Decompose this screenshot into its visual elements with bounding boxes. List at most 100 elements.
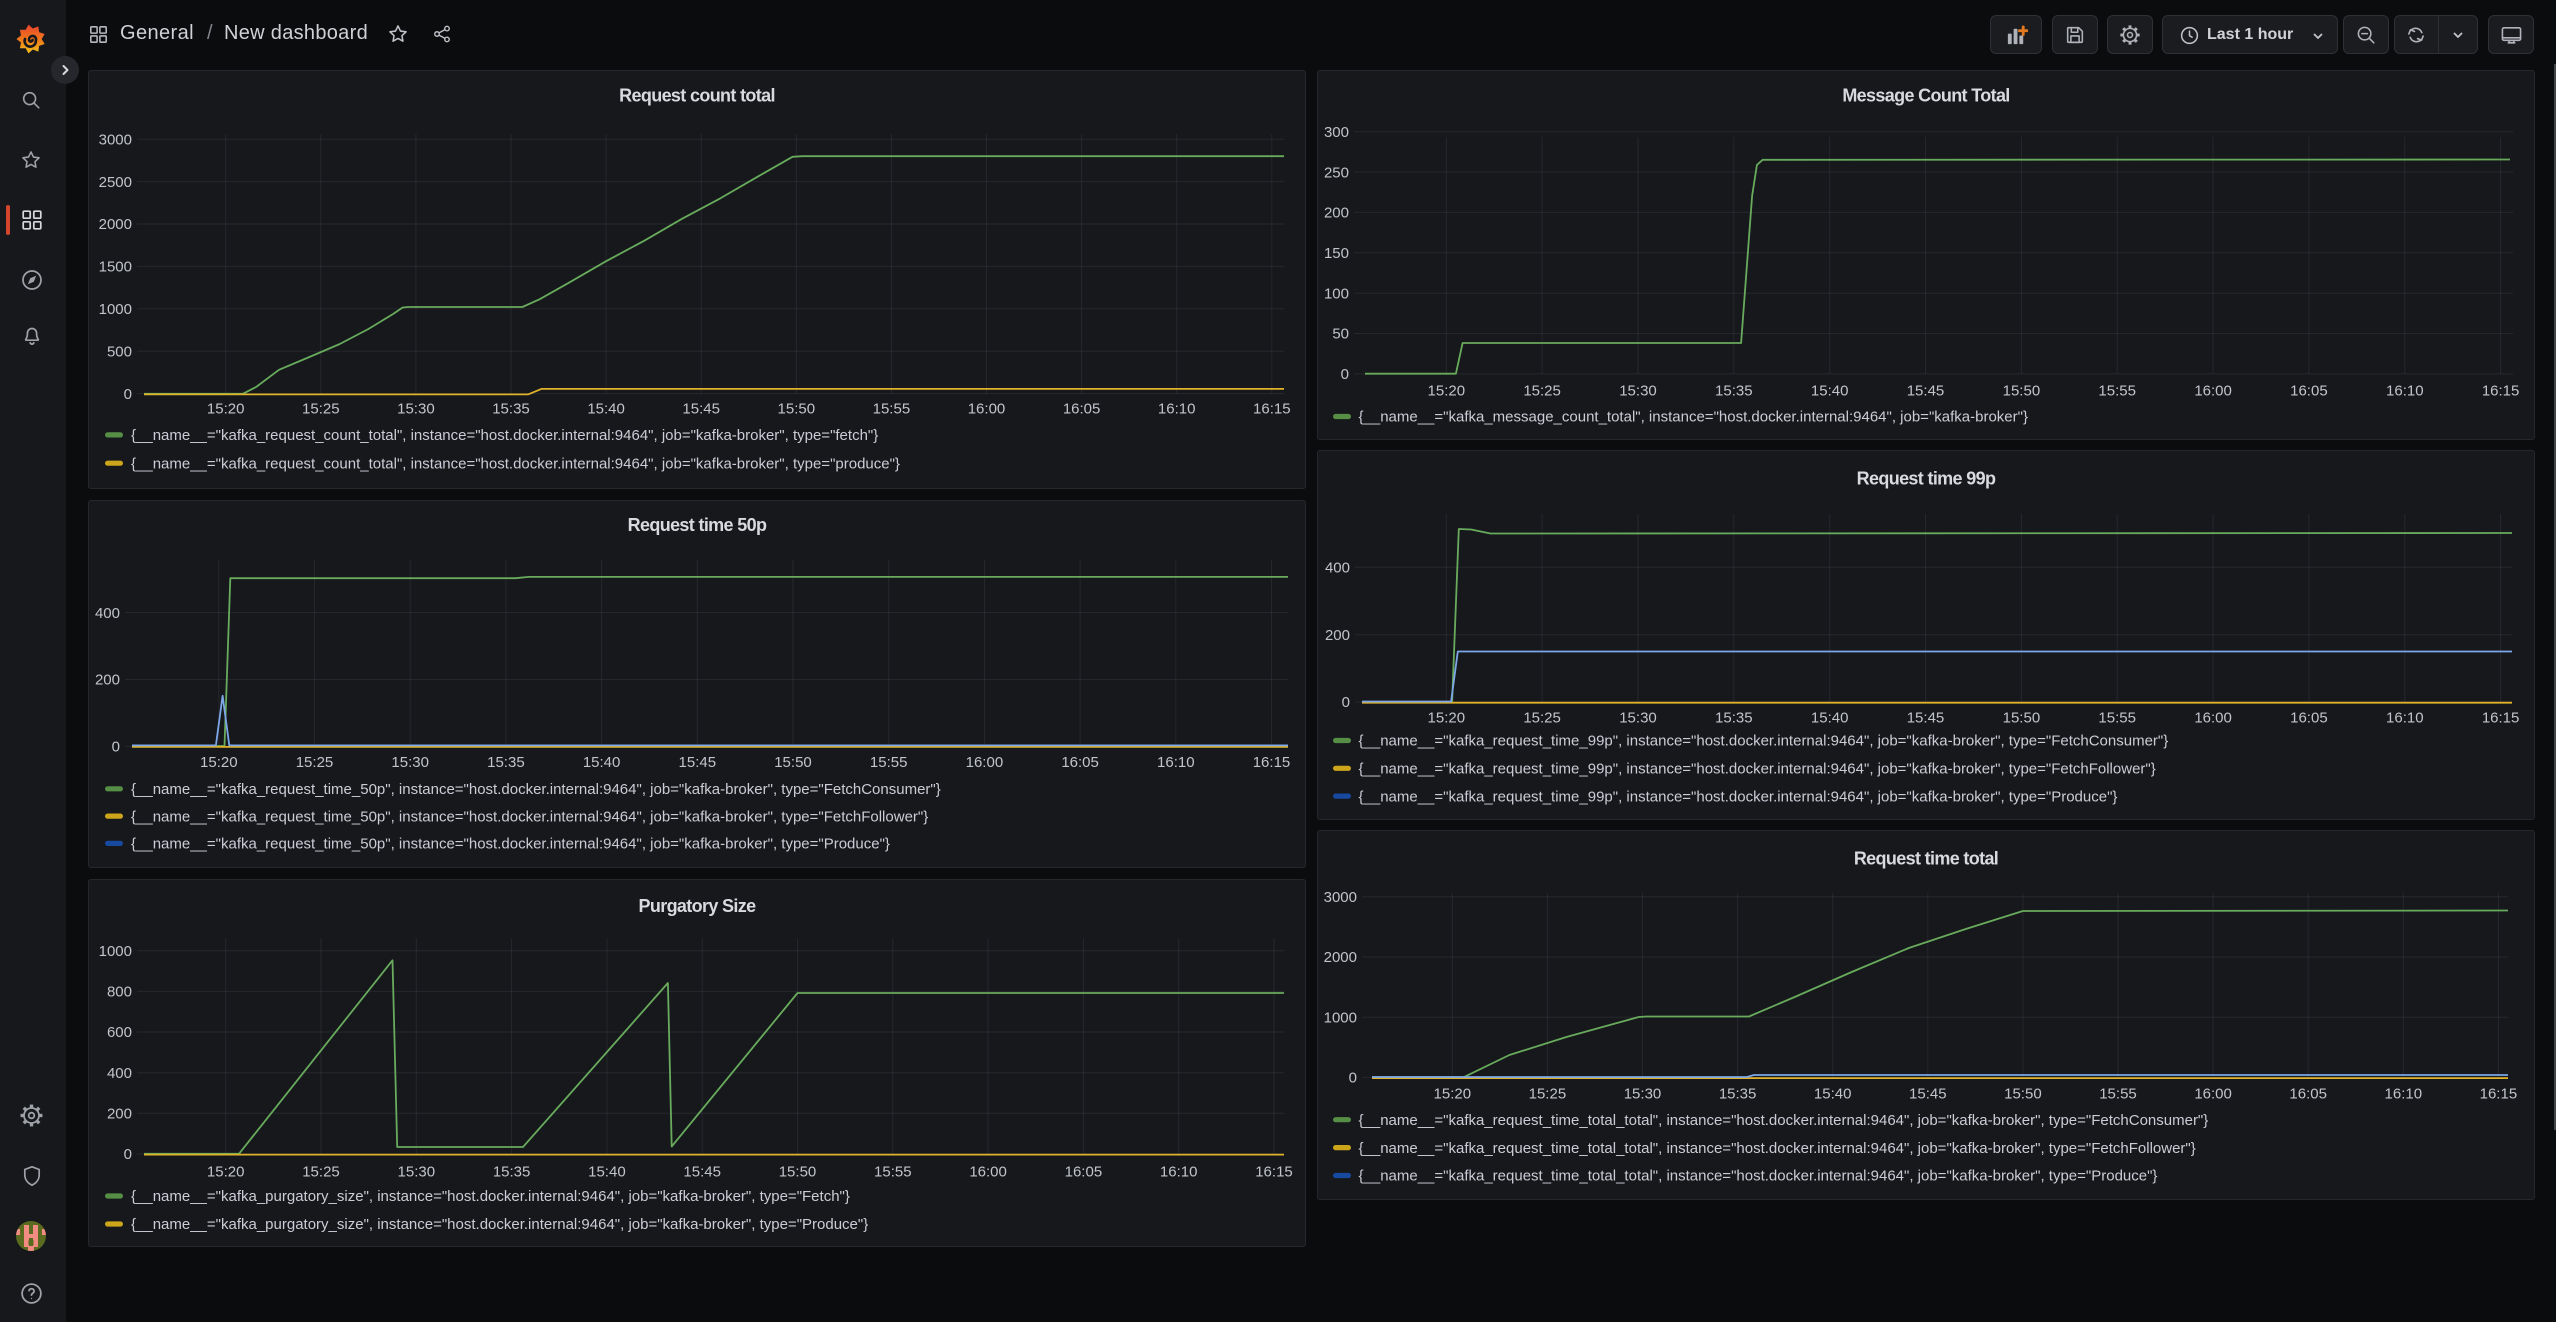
svg-text:{__name__="kafka_message_count: {__name__="kafka_message_count_total", i… [1359, 409, 2028, 426]
svg-text:400: 400 [1325, 560, 1350, 577]
svg-text:15:55: 15:55 [2098, 710, 2136, 727]
svg-text:15:20: 15:20 [207, 401, 245, 418]
svg-text:Request time 99p: Request time 99p [1857, 468, 1996, 488]
svg-text:3000: 3000 [99, 131, 132, 148]
svg-text:400: 400 [95, 605, 120, 622]
svg-text:3000: 3000 [1324, 889, 1357, 906]
svg-text:15:20: 15:20 [1428, 383, 1466, 400]
svg-text:15:55: 15:55 [2099, 1086, 2137, 1103]
svg-text:16:10: 16:10 [2386, 383, 2424, 400]
svg-text:15:45: 15:45 [1907, 710, 1945, 727]
svg-text:16:10: 16:10 [1157, 754, 1195, 771]
svg-text:15:25: 15:25 [302, 1164, 340, 1181]
svg-text:15:50: 15:50 [778, 401, 816, 418]
svg-text:1500: 1500 [99, 259, 132, 276]
svg-text:200: 200 [1325, 627, 1350, 644]
svg-text:{__name__="kafka_request_count: {__name__="kafka_request_count_total", i… [131, 427, 878, 444]
svg-text:16:15: 16:15 [2480, 1086, 2518, 1103]
svg-text:15:35: 15:35 [1715, 710, 1753, 727]
svg-text:200: 200 [95, 672, 120, 689]
svg-text:16:00: 16:00 [2194, 1086, 2232, 1103]
svg-text:15:45: 15:45 [679, 754, 717, 771]
svg-text:16:00: 16:00 [969, 1164, 1007, 1181]
svg-text:15:55: 15:55 [873, 401, 911, 418]
svg-text:16:05: 16:05 [1063, 401, 1101, 418]
svg-text:{__name__="kafka_purgatory_siz: {__name__="kafka_purgatory_size", instan… [131, 1216, 868, 1233]
svg-text:{__name__="kafka_request_time_: {__name__="kafka_request_time_50p", inst… [131, 781, 941, 798]
svg-text:Request time total: Request time total [1854, 848, 1998, 868]
svg-text:16:15: 16:15 [1253, 754, 1291, 771]
svg-text:16:10: 16:10 [2386, 710, 2424, 727]
svg-text:800: 800 [107, 984, 132, 1001]
svg-text:15:45: 15:45 [683, 1164, 721, 1181]
svg-text:16:05: 16:05 [2290, 710, 2328, 727]
svg-text:1000: 1000 [99, 943, 132, 960]
svg-text:15:50: 15:50 [774, 754, 812, 771]
svg-text:0: 0 [124, 386, 132, 403]
svg-text:16:00: 16:00 [968, 401, 1006, 418]
svg-text:Message Count Total: Message Count Total [1842, 85, 2009, 105]
svg-text:15:50: 15:50 [2004, 1086, 2042, 1103]
svg-text:500: 500 [107, 343, 132, 360]
svg-text:16:05: 16:05 [2289, 1086, 2327, 1103]
svg-text:16:00: 16:00 [2194, 383, 2232, 400]
svg-text:15:20: 15:20 [1428, 710, 1466, 727]
svg-text:15:50: 15:50 [2003, 710, 2041, 727]
svg-text:200: 200 [107, 1106, 132, 1123]
svg-text:2500: 2500 [99, 174, 132, 191]
svg-text:15:45: 15:45 [1909, 1086, 1947, 1103]
svg-text:0: 0 [1342, 694, 1350, 711]
svg-text:{__name__="kafka_purgatory_siz: {__name__="kafka_purgatory_size", instan… [131, 1188, 850, 1205]
svg-text:15:40: 15:40 [1811, 383, 1849, 400]
svg-text:{__name__="kafka_request_time_: {__name__="kafka_request_time_99p", inst… [1359, 761, 2156, 778]
svg-text:15:35: 15:35 [487, 754, 525, 771]
svg-text:150: 150 [1324, 245, 1349, 262]
svg-text:15:30: 15:30 [1619, 710, 1657, 727]
svg-text:15:35: 15:35 [493, 1164, 531, 1181]
svg-text:15:50: 15:50 [2003, 383, 2041, 400]
svg-text:2000: 2000 [1324, 949, 1357, 966]
svg-text:0: 0 [1341, 366, 1349, 383]
svg-text:{__name__="kafka_request_time_: {__name__="kafka_request_time_total_tota… [1359, 1168, 2158, 1185]
svg-text:15:30: 15:30 [1624, 1086, 1662, 1103]
svg-text:{__name__="kafka_request_time_: {__name__="kafka_request_time_50p", inst… [131, 808, 928, 825]
svg-text:200: 200 [1324, 205, 1349, 222]
svg-text:Request count total: Request count total [619, 85, 775, 105]
svg-text:{__name__="kafka_request_count: {__name__="kafka_request_count_total", i… [131, 455, 900, 472]
svg-text:{__name__="kafka_request_time_: {__name__="kafka_request_time_99p", inst… [1359, 733, 2169, 750]
svg-text:15:30: 15:30 [391, 754, 429, 771]
svg-text:{__name__="kafka_request_time_: {__name__="kafka_request_time_total_tota… [1359, 1140, 2196, 1157]
svg-text:15:35: 15:35 [1715, 383, 1753, 400]
svg-text:15:35: 15:35 [492, 401, 530, 418]
svg-text:16:00: 16:00 [966, 754, 1004, 771]
svg-text:15:55: 15:55 [870, 754, 908, 771]
svg-text:100: 100 [1324, 285, 1349, 302]
svg-text:15:20: 15:20 [200, 754, 238, 771]
svg-text:15:25: 15:25 [1523, 710, 1561, 727]
svg-text:15:40: 15:40 [588, 1164, 626, 1181]
svg-text:1000: 1000 [1324, 1009, 1357, 1026]
svg-text:15:25: 15:25 [1523, 383, 1561, 400]
svg-text:600: 600 [107, 1024, 132, 1041]
svg-text:15:40: 15:40 [583, 754, 621, 771]
svg-text:{__name__="kafka_request_time_: {__name__="kafka_request_time_99p", inst… [1359, 788, 2118, 805]
svg-text:0: 0 [124, 1146, 132, 1163]
svg-text:1000: 1000 [99, 301, 132, 318]
svg-text:16:05: 16:05 [2290, 383, 2328, 400]
svg-text:16:05: 16:05 [1065, 1164, 1103, 1181]
svg-text:{__name__="kafka_request_time_: {__name__="kafka_request_time_50p", inst… [131, 836, 890, 853]
svg-text:16:05: 16:05 [1061, 754, 1099, 771]
svg-text:50: 50 [1332, 326, 1349, 343]
svg-text:15:40: 15:40 [1811, 710, 1849, 727]
svg-text:Purgatory Size: Purgatory Size [639, 896, 757, 916]
svg-text:Request time 50p: Request time 50p [628, 515, 767, 535]
svg-text:15:25: 15:25 [1529, 1086, 1567, 1103]
svg-text:15:40: 15:40 [587, 401, 625, 418]
svg-text:15:55: 15:55 [874, 1164, 912, 1181]
svg-text:16:15: 16:15 [2482, 383, 2520, 400]
svg-text:0: 0 [1349, 1070, 1357, 1087]
svg-text:15:45: 15:45 [682, 401, 720, 418]
svg-text:16:00: 16:00 [2194, 710, 2232, 727]
svg-text:15:45: 15:45 [1907, 383, 1945, 400]
svg-text:15:40: 15:40 [1814, 1086, 1852, 1103]
